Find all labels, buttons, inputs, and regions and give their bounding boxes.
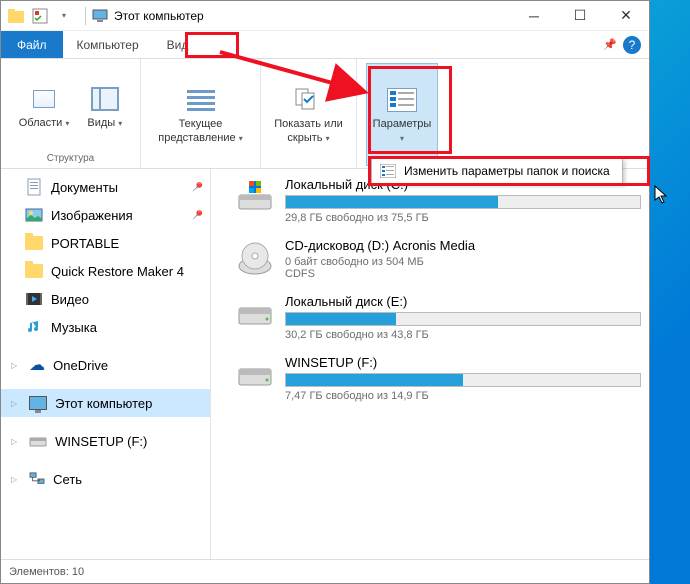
properties-icon[interactable] xyxy=(29,5,51,27)
drive-icon xyxy=(235,355,275,395)
sidebar-item-network[interactable]: ▷ Сеть xyxy=(1,465,210,493)
drive-usage-bar xyxy=(285,312,641,326)
drive-usage-bar xyxy=(285,195,641,209)
navigation-pane[interactable]: Документы📍 Изображения📍 PORTABLE Quick R… xyxy=(1,169,211,559)
drive-name: WINSETUP (F:) xyxy=(285,355,641,370)
sidebar-item-music[interactable]: Музыка xyxy=(1,313,210,341)
drive-item[interactable]: CD-дисковод (D:) Acronis Media 0 байт сво… xyxy=(219,238,641,280)
sidebar-item-documents[interactable]: Документы📍 xyxy=(1,173,210,201)
show-hide-button[interactable]: Показать или скрыть ▾ xyxy=(267,63,350,166)
drive-free-space: 0 байт свободно из 504 МБ xyxy=(285,256,641,268)
drive-free-space: 30,2 ГБ свободно из 43,8 ГБ xyxy=(285,329,641,341)
sidebar-item-portable[interactable]: PORTABLE xyxy=(1,229,210,257)
quick-access-toolbar: ▾ xyxy=(1,5,79,27)
ribbon: Области ▾ Виды ▾ Структура Текущее предс… xyxy=(1,59,649,169)
options-dropdown: Изменить параметры папок и поиска xyxy=(371,158,623,184)
tab-computer[interactable]: Компьютер xyxy=(63,31,153,58)
title-bar: ▾ Этот компьютер ─ ☐ ✕ xyxy=(1,1,649,31)
cursor-icon xyxy=(654,185,670,210)
sidebar-item-winsetup[interactable]: ▷ WINSETUP (F:) xyxy=(1,427,210,455)
drive-free-space: 29,8 ГБ свободно из 75,5 ГБ xyxy=(285,212,641,224)
areas-button[interactable]: Области ▾ xyxy=(12,63,77,151)
current-view-button[interactable]: Текущее представление ▾ xyxy=(147,63,254,166)
drive-name: Локальный диск (E:) xyxy=(285,294,641,309)
drive-usage-bar xyxy=(285,373,641,387)
drive-free-space: 7,47 ГБ свободно из 14,9 ГБ xyxy=(285,390,641,402)
change-folder-options-label: Изменить параметры папок и поиска xyxy=(404,164,610,178)
group-structure-label: Структура xyxy=(47,151,94,166)
options-button[interactable]: Параметры▾ xyxy=(366,63,439,166)
drive-item[interactable]: Локальный диск (C:)29,8 ГБ свободно из 7… xyxy=(219,177,641,224)
minimize-button[interactable]: ─ xyxy=(511,1,557,31)
status-bar: Элементов: 10 xyxy=(1,559,649,583)
status-elements-label: Элементов: xyxy=(9,566,69,578)
maximize-button[interactable]: ☐ xyxy=(557,1,603,31)
this-pc-icon xyxy=(29,396,47,410)
explorer-icon[interactable] xyxy=(5,5,27,27)
window-title: Этот компьютер xyxy=(114,9,511,23)
drive-item[interactable]: Локальный диск (E:) 30,2 ГБ свободно из 4… xyxy=(219,294,641,341)
change-folder-options[interactable]: Изменить параметры папок и поиска xyxy=(372,159,622,183)
sidebar-item-video[interactable]: Видео xyxy=(1,285,210,313)
close-button[interactable]: ✕ xyxy=(603,1,649,31)
sidebar-item-this-pc[interactable]: ▷ Этот компьютер xyxy=(1,389,210,417)
drive-filesystem: CDFS xyxy=(285,268,641,280)
explorer-window: ▾ Этот компьютер ─ ☐ ✕ Файл Компьютер Ви… xyxy=(0,0,650,584)
tab-file[interactable]: Файл xyxy=(1,31,63,58)
drive-item[interactable]: WINSETUP (F:) 7,47 ГБ свободно из 14,9 ГБ xyxy=(219,355,641,402)
sidebar-item-qrm[interactable]: Quick Restore Maker 4 xyxy=(1,257,210,285)
drive-icon xyxy=(235,238,275,278)
status-elements-count: 10 xyxy=(72,566,84,578)
desktop-background xyxy=(650,0,690,584)
tab-bar: Файл Компьютер Вид 📌 ? xyxy=(1,31,649,59)
drive-name: CD-дисковод (D:) Acronis Media xyxy=(285,238,641,253)
this-pc-icon xyxy=(92,8,108,24)
pin-icon: 📍 xyxy=(188,206,207,225)
drive-icon xyxy=(235,294,275,334)
body: Документы📍 Изображения📍 PORTABLE Quick R… xyxy=(1,169,649,559)
content-pane[interactable]: Локальный диск (C:)29,8 ГБ свободно из 7… xyxy=(211,169,649,559)
views-button[interactable]: Виды ▾ xyxy=(80,63,129,151)
drive-icon xyxy=(235,177,275,217)
tab-view[interactable]: Вид xyxy=(153,31,203,58)
sidebar-item-images[interactable]: Изображения📍 xyxy=(1,201,210,229)
pin-icon: 📍 xyxy=(188,178,207,197)
sidebar-item-onedrive[interactable]: ▷ ☁ OneDrive xyxy=(1,351,210,379)
qat-dropdown-icon[interactable]: ▾ xyxy=(53,5,75,27)
ribbon-pin-icon[interactable]: 📌 xyxy=(603,38,617,51)
onedrive-icon: ☁ xyxy=(29,355,45,375)
help-icon[interactable]: ? xyxy=(623,36,641,54)
